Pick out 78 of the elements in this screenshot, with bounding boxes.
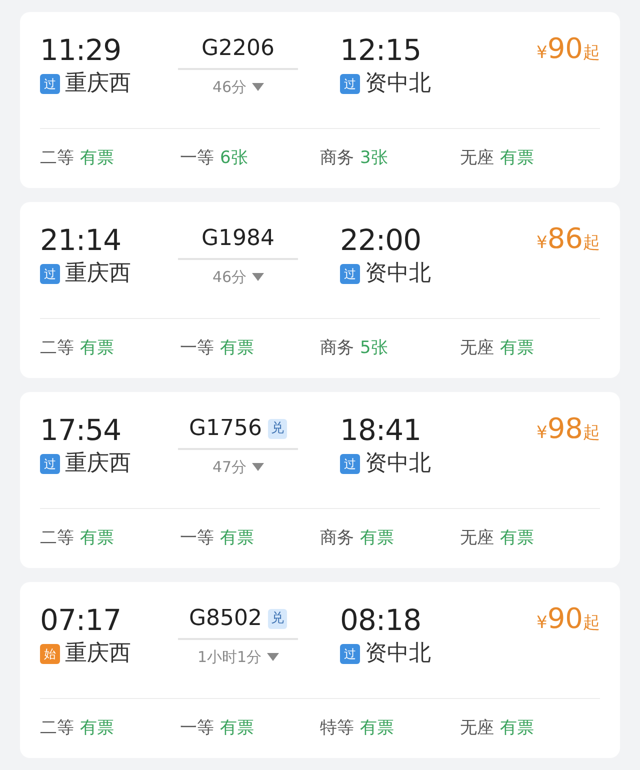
duration: 46分 <box>212 267 247 288</box>
seat-availability: 有票 <box>80 527 114 550</box>
arrival-time: 12:15 <box>340 32 422 68</box>
seat-availability: 有票 <box>360 527 394 550</box>
departure-time: 17:54 <box>40 412 122 448</box>
station-name: 资中北 <box>365 450 431 478</box>
caret-icon[interactable] <box>252 83 264 92</box>
seat-availability: 3张 <box>360 147 388 170</box>
seat-class: 二等 <box>40 337 74 360</box>
train-card[interactable]: 07:17 始 重庆西 G8502 兑 1小时1分 08:18 过 资中北 ¥90起 二等 有票 一等 有票 特等 有票 无座 有票 <box>20 582 620 758</box>
seat-availability: 有票 <box>500 717 534 740</box>
price: ¥98起 <box>536 412 600 446</box>
departure-time: 11:29 <box>40 32 122 68</box>
station-type-badge: 过 <box>340 454 360 474</box>
seat-availability: 有票 <box>80 717 114 740</box>
station-type-badge: 过 <box>40 264 60 284</box>
departure-time: 07:17 <box>40 602 122 638</box>
station-name: 资中北 <box>365 640 431 668</box>
caret-icon[interactable] <box>252 273 264 282</box>
station-type-badge: 过 <box>40 74 60 94</box>
station-type-badge: 过 <box>340 74 360 94</box>
duration: 47分 <box>212 457 247 478</box>
train-card[interactable]: 11:29 过 重庆西 G2206 46分 12:15 过 资中北 ¥90起 二等 有票 一等 6张 商务 3张 无座 有票 <box>20 12 620 188</box>
caret-icon[interactable] <box>266 653 279 662</box>
arrival-time: 22:00 <box>340 222 422 258</box>
train-number: G2206 <box>201 35 275 63</box>
train-number: G8502 <box>188 605 262 633</box>
seat-availability: 有票 <box>80 337 114 360</box>
seat-class: 二等 <box>40 527 74 550</box>
station-name: 资中北 <box>365 70 431 98</box>
seat-class: 二等 <box>40 147 74 170</box>
seat-availability: 有票 <box>220 527 254 550</box>
seat-availability: 有票 <box>220 337 254 360</box>
caret-icon[interactable] <box>252 463 264 472</box>
duration: 46分 <box>212 77 247 98</box>
station-name: 资中北 <box>365 260 431 288</box>
exchange-tag: 兑 <box>268 609 288 629</box>
seat-availability: 6张 <box>220 147 248 170</box>
seat-availability: 有票 <box>80 147 114 170</box>
train-number: G1756 <box>188 415 262 443</box>
station-type-badge: 过 <box>40 454 60 474</box>
departure-time: 21:14 <box>40 222 122 258</box>
seat-class: 无座 <box>460 337 494 360</box>
seat-class: 一等 <box>180 717 214 740</box>
station-name: 重庆西 <box>65 260 131 288</box>
station-name: 重庆西 <box>65 450 131 478</box>
price: ¥90起 <box>536 602 600 636</box>
seat-class: 特等 <box>320 717 354 740</box>
price: ¥90起 <box>536 32 600 66</box>
train-card[interactable]: 21:14 过 重庆西 G1984 46分 22:00 过 资中北 ¥86起 二等 有票 一等 有票 商务 5张 无座 有票 <box>20 202 620 378</box>
train-card[interactable]: 17:54 过 重庆西 G1756 兑 47分 18:41 过 资中北 ¥98起 二等 有票 一等 有票 商务 有票 无座 有票 <box>20 392 620 568</box>
seat-class: 一等 <box>180 147 214 170</box>
price: ¥86起 <box>536 222 600 256</box>
seat-availability: 有票 <box>500 147 534 170</box>
arrival-time: 18:41 <box>340 412 422 448</box>
seat-class: 商务 <box>320 337 354 360</box>
seat-class: 无座 <box>460 527 494 550</box>
station-type-badge: 过 <box>340 264 360 284</box>
seat-class: 无座 <box>460 717 494 740</box>
seat-class: 二等 <box>40 717 74 740</box>
seat-availability: 有票 <box>220 717 254 740</box>
seat-availability: 5张 <box>360 337 388 360</box>
seat-class: 商务 <box>320 527 354 550</box>
seat-class: 一等 <box>180 337 214 360</box>
exchange-tag: 兑 <box>268 419 288 439</box>
seat-availability: 有票 <box>500 527 534 550</box>
seat-class: 一等 <box>180 527 214 550</box>
station-name: 重庆西 <box>65 640 131 668</box>
arrival-time: 08:18 <box>340 602 422 638</box>
station-name: 重庆西 <box>65 70 131 98</box>
seat-class: 无座 <box>460 147 494 170</box>
duration: 1小时1分 <box>197 647 262 668</box>
station-type-badge: 过 <box>340 644 360 664</box>
train-number: G1984 <box>201 225 275 253</box>
station-type-badge: 始 <box>40 644 60 664</box>
seat-class: 商务 <box>320 147 354 170</box>
seat-availability: 有票 <box>500 337 534 360</box>
seat-availability: 有票 <box>360 717 394 740</box>
